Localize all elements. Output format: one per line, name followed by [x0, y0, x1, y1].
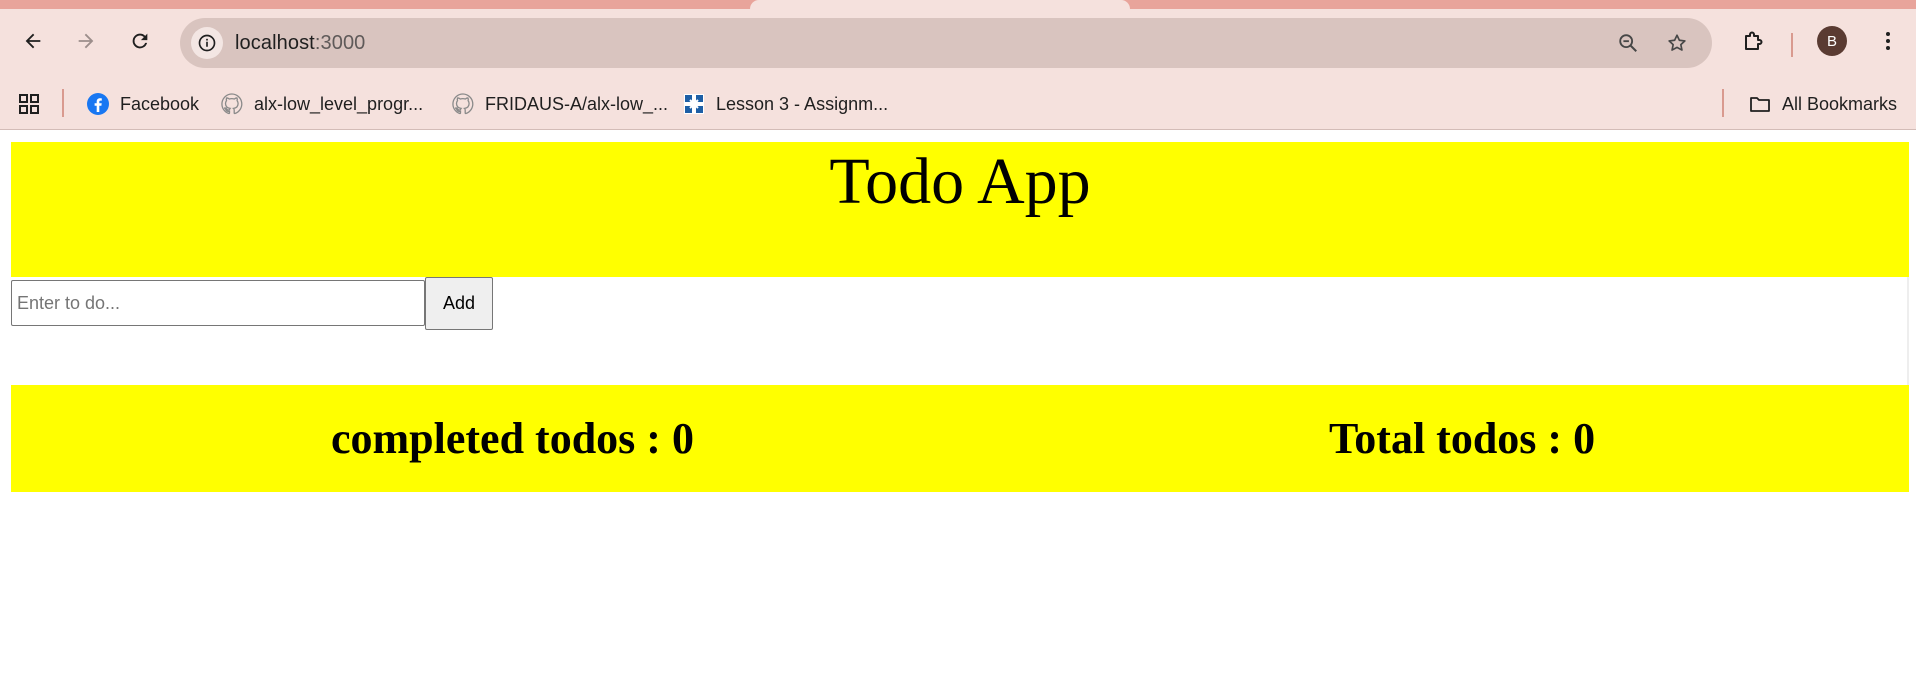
info-icon: [198, 34, 216, 52]
page-title: Todo App: [829, 145, 1091, 218]
tab-strip: [0, 0, 1916, 9]
todo-stats: completed todos : 0 Total todos : 0: [11, 385, 1909, 492]
reload-button[interactable]: [122, 23, 158, 59]
site-info-button[interactable]: [191, 27, 223, 59]
completed-count: completed todos : 0: [331, 414, 694, 463]
bookmarks-divider-right: [1722, 89, 1724, 117]
bookmark-star-button[interactable]: [1664, 30, 1690, 56]
app-header: Todo App: [11, 142, 1909, 277]
toolbar-divider: [1791, 33, 1793, 57]
github-icon: [221, 93, 243, 115]
folder-icon: [1750, 97, 1770, 112]
url-port: :3000: [314, 32, 366, 54]
bookmark-facebook[interactable]: Facebook: [86, 88, 199, 120]
reload-icon: [132, 33, 148, 49]
bookmarks-divider-left: [62, 89, 64, 117]
url-host: localhost: [235, 32, 315, 54]
forward-button[interactable]: [68, 23, 104, 59]
puzzle-icon: [1745, 31, 1763, 50]
apps-grid-icon: [19, 94, 39, 114]
bookmark-label: alx-low_level_progr...: [254, 93, 424, 114]
address-bar[interactable]: localhost:3000: [180, 18, 1712, 68]
add-button[interactable]: Add: [425, 277, 493, 330]
bookmark-label: FRIDAUS-A/alx-low_...: [485, 93, 669, 114]
bookmark-fridaus-alx[interactable]: FRIDAUS-A/alx-low_...: [451, 88, 668, 120]
all-bookmarks-label: All Bookmarks: [1782, 93, 1898, 114]
todo-form: Add: [11, 277, 1909, 385]
github-icon: [452, 93, 474, 115]
url-text: localhost:3000: [235, 32, 365, 55]
profile-avatar[interactable]: B: [1817, 26, 1847, 56]
extensions-button[interactable]: [1736, 23, 1772, 59]
total-count: Total todos : 0: [1329, 414, 1596, 463]
zoom-button[interactable]: [1615, 30, 1641, 56]
apps-button[interactable]: [17, 88, 41, 120]
zoom-out-icon: [1619, 34, 1637, 52]
back-button[interactable]: [15, 23, 51, 59]
kebab-menu-icon: [1886, 32, 1890, 50]
forward-arrow-icon: [78, 33, 94, 49]
todo-input[interactable]: [11, 280, 425, 326]
star-icon: [1668, 34, 1686, 51]
all-bookmarks-button[interactable]: All Bookmarks: [1748, 88, 1897, 120]
browser-menu-button[interactable]: [1870, 23, 1906, 59]
back-arrow-icon: [25, 33, 41, 49]
active-tab[interactable]: [750, 0, 1130, 9]
browser-toolbar: localhost:3000 B: [0, 9, 1916, 88]
lesson-site-icon: [684, 94, 704, 114]
bookmarks-bar: Facebook alx-low_level_progr... FRIDAUS-…: [0, 79, 1916, 130]
bookmark-label: Lesson 3 - Assignm...: [716, 93, 889, 114]
bookmark-alx-low-level[interactable]: alx-low_level_progr...: [220, 88, 423, 120]
bookmark-label: Facebook: [120, 93, 200, 114]
facebook-icon: [87, 93, 109, 115]
bookmark-lesson-3[interactable]: Lesson 3 - Assignm...: [682, 88, 888, 120]
